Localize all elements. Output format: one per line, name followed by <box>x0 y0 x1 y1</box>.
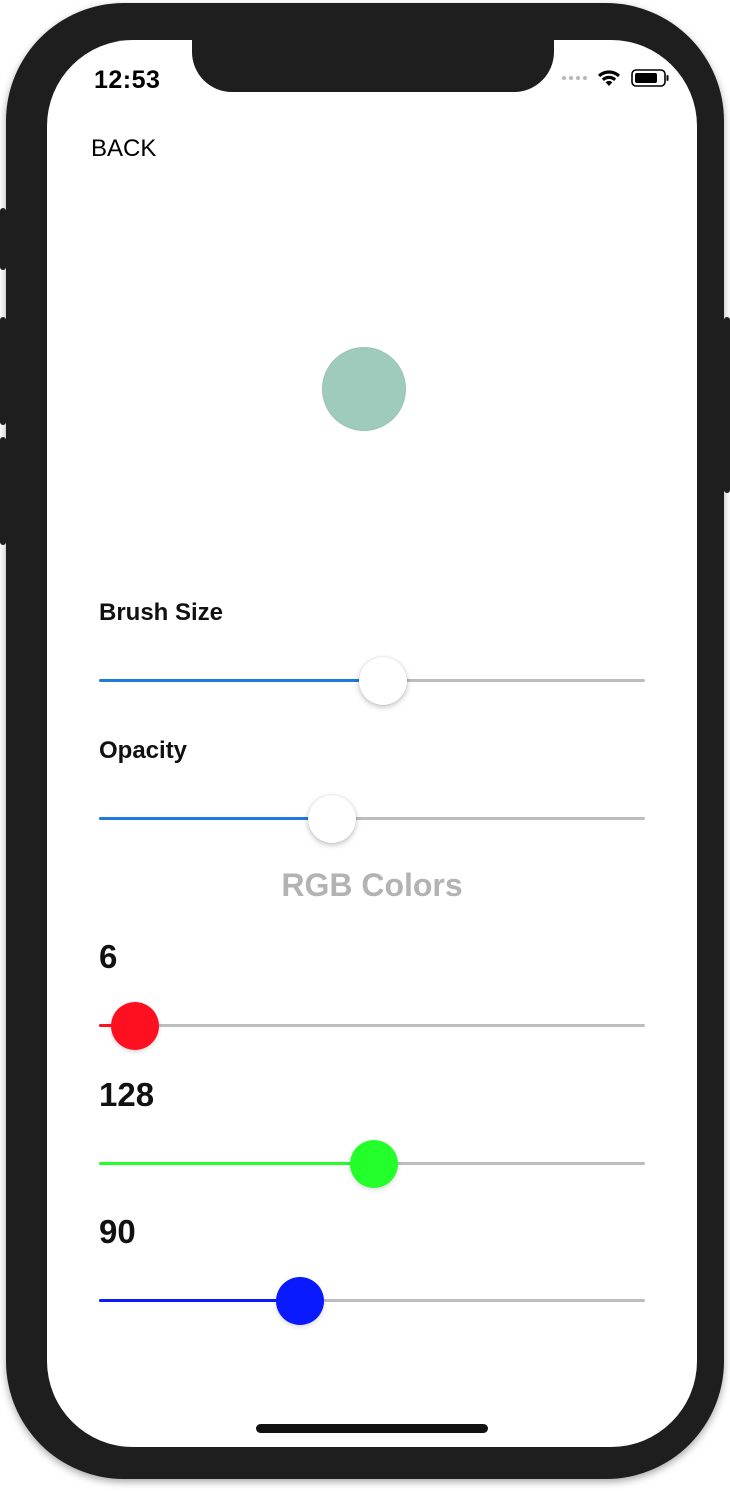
screen: 12:53 BACK Brush Size Opacity RGB Colors… <box>47 40 697 1447</box>
cellular-signal-icon <box>562 76 587 80</box>
power-button <box>724 317 730 493</box>
status-icons <box>562 68 671 88</box>
opacity-slider[interactable] <box>99 794 645 844</box>
green-value: 128 <box>99 1076 155 1113</box>
blue-value: 90 <box>99 1213 136 1250</box>
slider-thumb[interactable] <box>275 1277 324 1325</box>
slider-thumb[interactable] <box>358 657 407 705</box>
mute-switch <box>0 208 6 270</box>
red-value: 6 <box>99 938 118 975</box>
back-button[interactable]: BACK <box>91 135 156 163</box>
opacity-label: Opacity <box>99 737 188 764</box>
wifi-icon <box>598 70 620 86</box>
slider-thumb[interactable] <box>308 795 357 843</box>
slider-fill <box>99 1299 300 1302</box>
slider-fill <box>99 1162 374 1165</box>
notch <box>192 40 554 92</box>
brush-size-slider[interactable] <box>99 656 645 706</box>
home-indicator[interactable] <box>256 1424 488 1433</box>
rgb-colors-title: RGB Colors <box>281 867 463 903</box>
phone-frame: 12:53 BACK Brush Size Opacity RGB Colors… <box>0 3 730 1479</box>
red-slider[interactable] <box>99 1001 645 1051</box>
slider-fill <box>99 679 383 682</box>
slider-fill <box>99 817 333 820</box>
slider-thumb[interactable] <box>111 1002 160 1050</box>
green-slider[interactable] <box>99 1139 645 1189</box>
volume-up-button <box>0 317 6 425</box>
slider-track <box>99 1024 645 1027</box>
volume-down-button <box>0 437 6 545</box>
brush-preview-circle <box>322 347 406 431</box>
brush-size-label: Brush Size <box>99 599 224 626</box>
battery-icon <box>631 69 669 87</box>
status-time: 12:53 <box>94 66 161 94</box>
blue-slider[interactable] <box>99 1276 645 1326</box>
slider-thumb[interactable] <box>349 1140 398 1188</box>
